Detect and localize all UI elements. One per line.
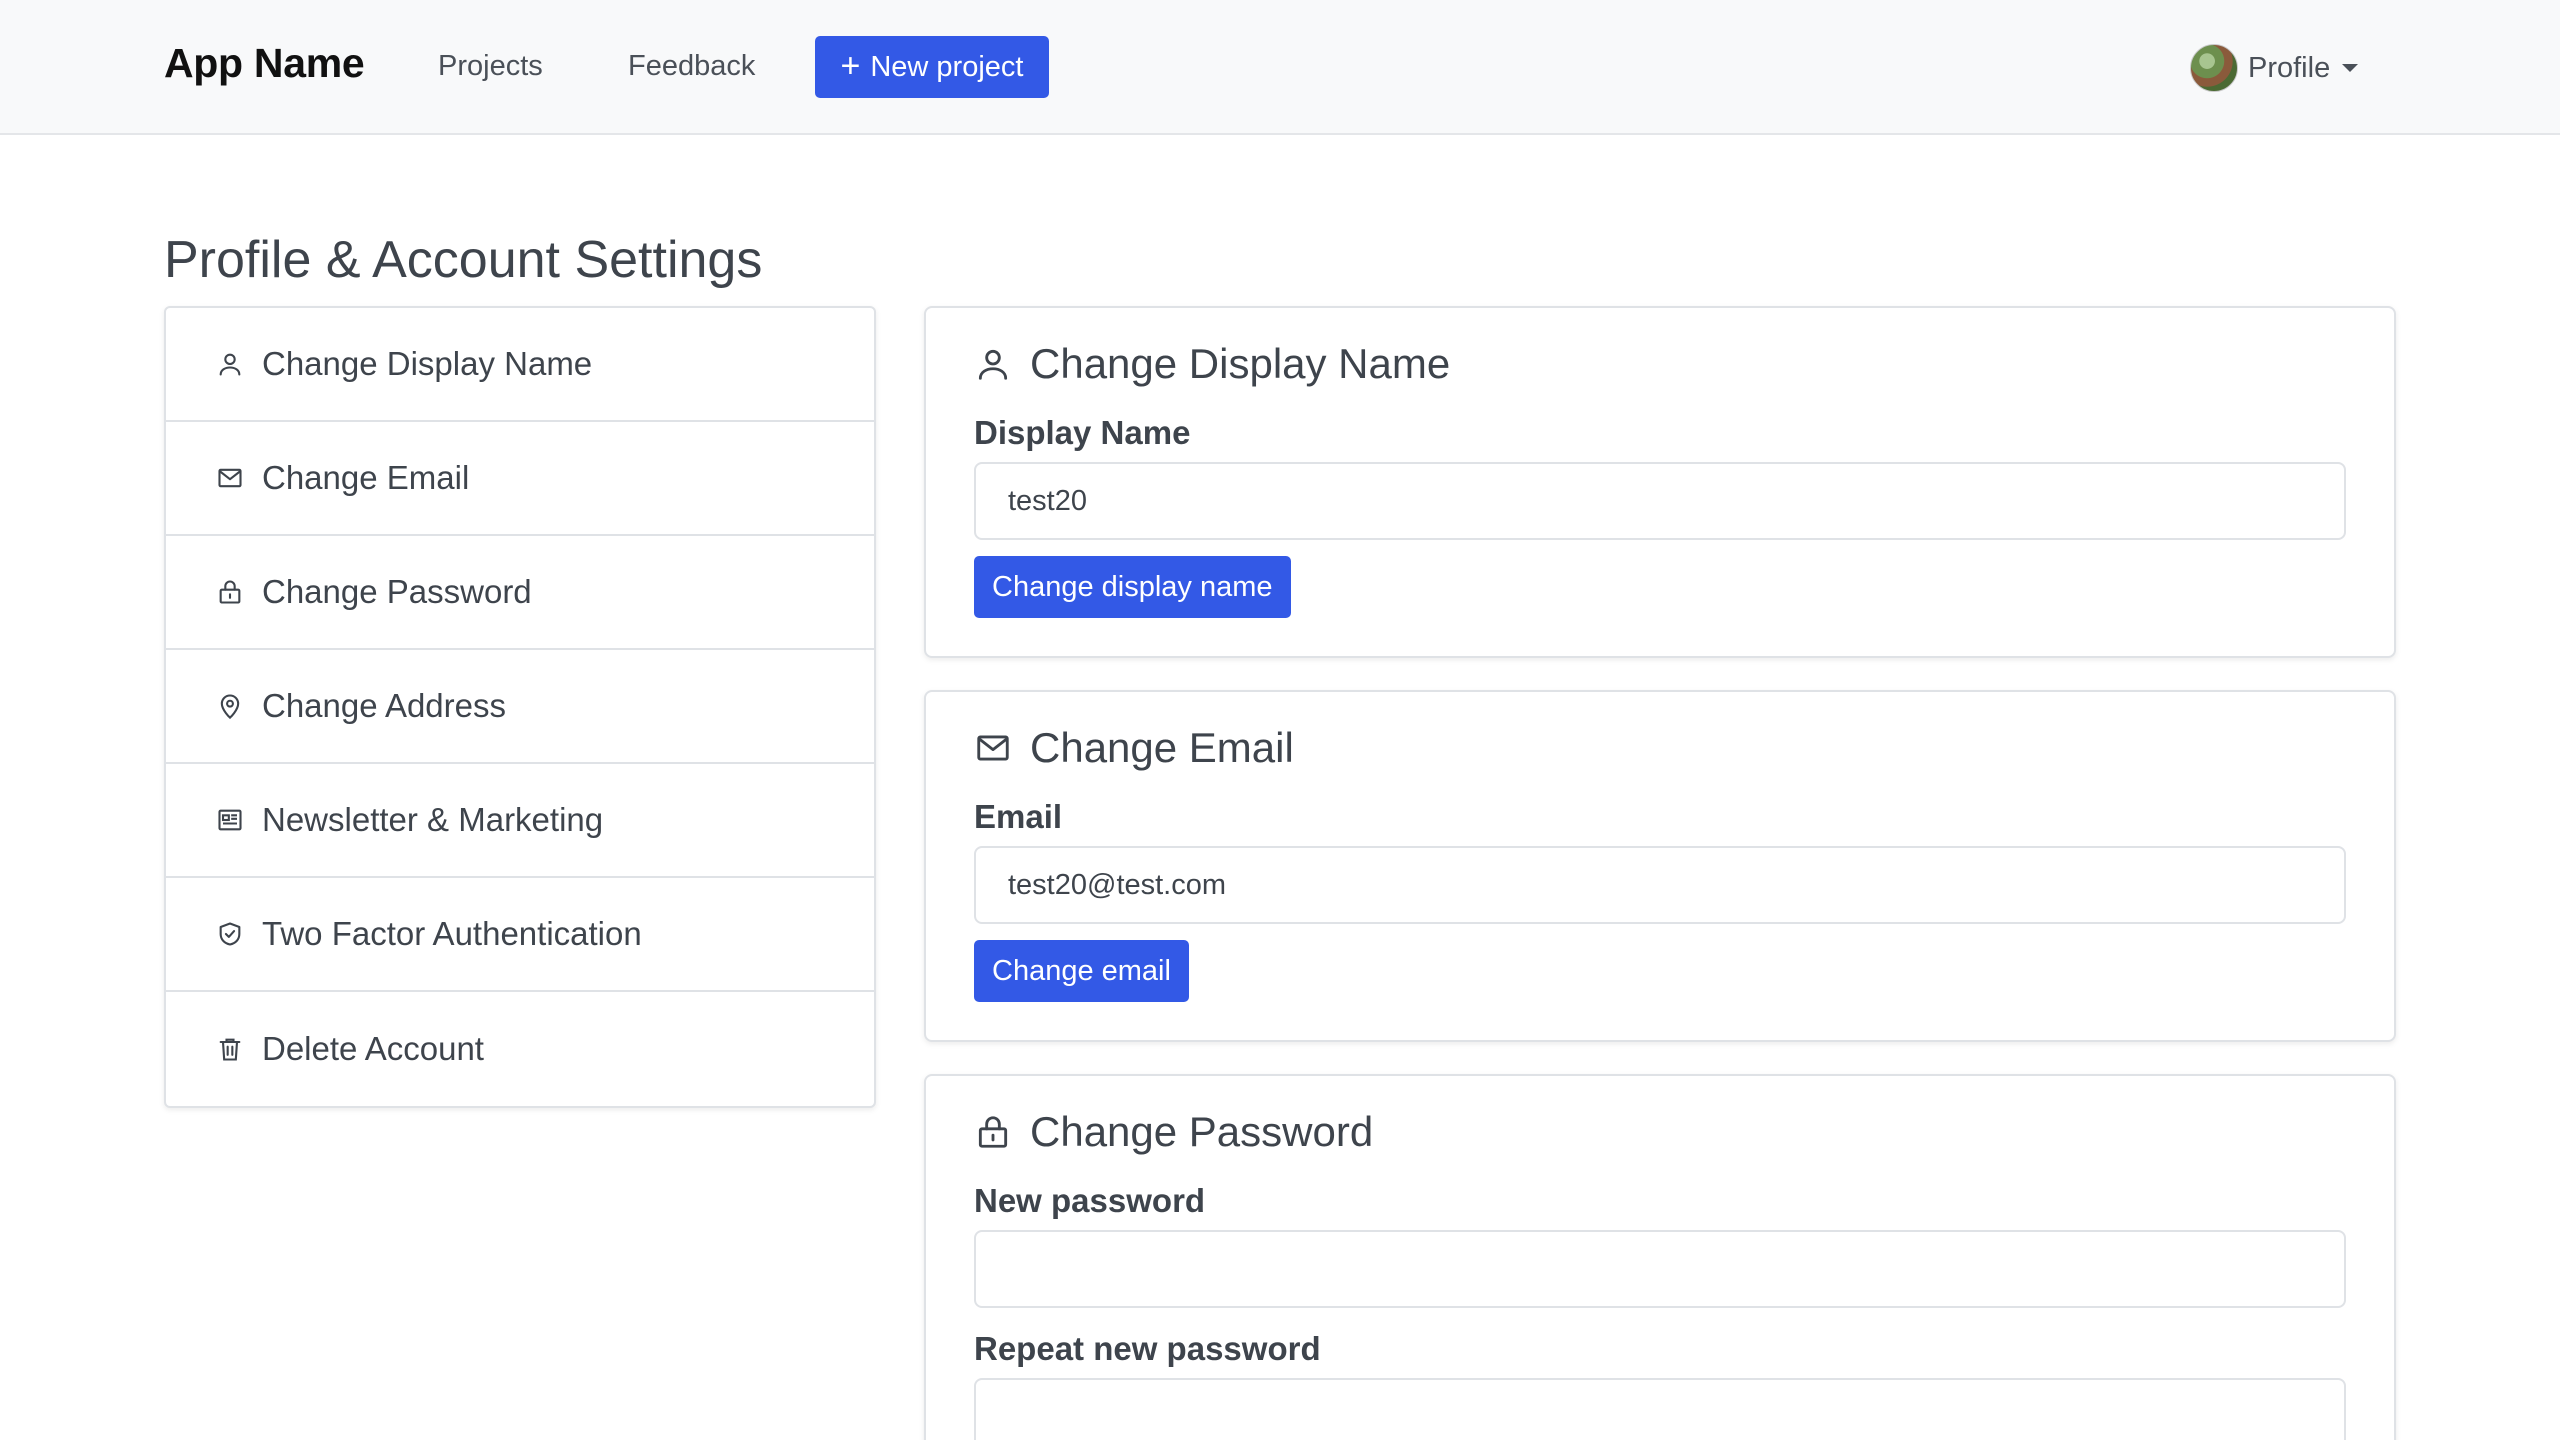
page-title: Profile & Account Settings <box>164 231 763 289</box>
nav-link-feedback[interactable]: Feedback <box>628 50 755 83</box>
sidebar-item-two-factor[interactable]: Two Factor Authentication <box>166 878 874 992</box>
lock-icon <box>978 1116 1008 1148</box>
map-pin-icon <box>220 694 240 720</box>
sidebar-item-newsletter[interactable]: Newsletter & Marketing <box>166 764 874 878</box>
settings-sidebar: Change Display Name Change Email Change … <box>164 306 876 1108</box>
lock-icon <box>219 580 241 604</box>
sidebar-item-display-name[interactable]: Change Display Name <box>166 308 874 422</box>
caret-down-icon <box>2342 64 2359 72</box>
new-project-label: New project <box>870 50 1024 83</box>
sidebar-item-label: Delete Account <box>262 1030 484 1067</box>
sidebar-item-address[interactable]: Change Address <box>166 650 874 764</box>
user-icon <box>219 353 241 376</box>
sidebar-item-label: Newsletter & Marketing <box>262 801 604 838</box>
sidebar-item-label: Change Display Name <box>262 345 593 382</box>
plus-icon: + <box>840 46 861 85</box>
repeat-password-label: Repeat new password <box>974 1330 1321 1367</box>
envelope-icon <box>977 735 1009 761</box>
new-password-label: New password <box>974 1182 1206 1219</box>
card-title: Change Email <box>974 724 2346 772</box>
sidebar-item-email[interactable]: Change Email <box>166 422 874 536</box>
display-name-label: Display Name <box>974 414 1191 451</box>
card-title-text: Change Display Name <box>1030 340 1451 387</box>
top-navbar: App Name Projects Feedback + New project… <box>0 0 2560 135</box>
change-email-button[interactable]: Change email <box>974 940 1189 1002</box>
user-icon <box>978 349 1008 380</box>
sidebar-item-delete-account[interactable]: Delete Account <box>166 992 874 1106</box>
card-title: Change Display Name <box>974 340 2346 388</box>
profile-label: Profile <box>2248 51 2331 84</box>
new-project-button[interactable]: + New project <box>815 36 1049 98</box>
card-title-text: Change Password <box>1030 1108 1374 1155</box>
sidebar-item-password[interactable]: Change Password <box>166 536 874 650</box>
card-title: Change Password <box>974 1108 2346 1156</box>
profile-dropdown[interactable]: Profile <box>2190 42 2359 94</box>
sidebar-item-label: Change Email <box>262 459 470 496</box>
change-password-card: Change Password New password Repeat new … <box>924 1074 2396 1440</box>
new-password-input[interactable] <box>974 1230 2346 1308</box>
newspaper-icon <box>218 809 242 831</box>
display-name-input[interactable] <box>974 462 2346 540</box>
trash-icon <box>219 1038 241 1061</box>
shield-check-icon <box>219 922 241 946</box>
sidebar-item-label: Change Address <box>262 687 507 724</box>
card-title-text: Change Email <box>1030 724 1294 771</box>
change-display-name-button[interactable]: Change display name <box>974 556 1291 618</box>
avatar <box>2190 44 2238 92</box>
brand-logo[interactable]: App Name <box>164 40 365 87</box>
sidebar-item-label: Two Factor Authentication <box>262 915 642 952</box>
email-input[interactable] <box>974 846 2346 924</box>
email-label: Email <box>974 798 1063 835</box>
repeat-password-input[interactable] <box>974 1378 2346 1440</box>
envelope-icon <box>218 468 242 488</box>
change-display-name-card: Change Display Name Display Name Change … <box>924 306 2396 658</box>
sidebar-item-label: Change Password <box>262 573 532 610</box>
change-email-card: Change Email Email Change email <box>924 690 2396 1042</box>
nav-link-projects[interactable]: Projects <box>438 50 543 83</box>
